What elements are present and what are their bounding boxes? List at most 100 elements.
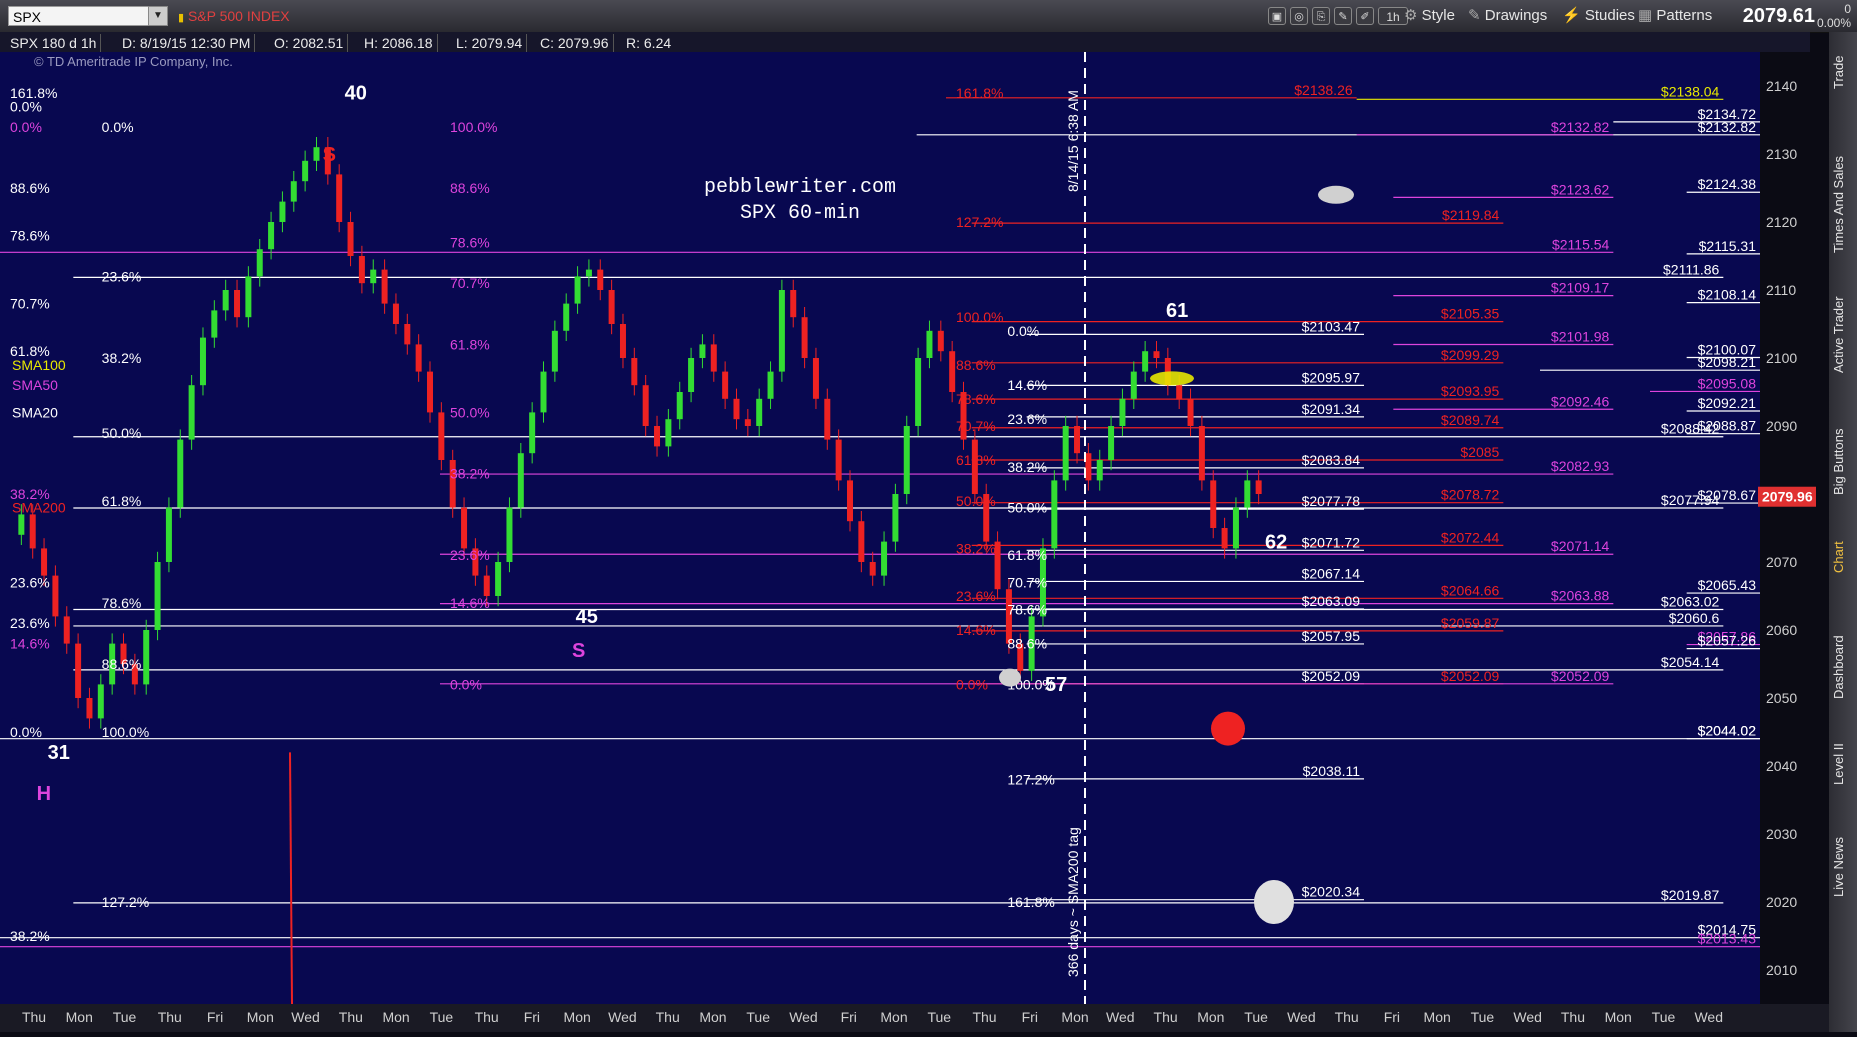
candle-body bbox=[654, 426, 661, 447]
candle-body bbox=[597, 269, 604, 290]
bar-open: O: 2082.51 bbox=[270, 34, 349, 52]
sma-label: SMA50 bbox=[12, 377, 58, 393]
x-tick-label: Mon bbox=[1061, 1009, 1088, 1025]
candle-body bbox=[949, 351, 956, 392]
symbol-input[interactable]: SPX bbox=[8, 6, 166, 26]
candle-body bbox=[756, 398, 763, 426]
price-chart[interactable]: $2138.04$2138.26$2134.72$2132.82$2132.82… bbox=[0, 52, 1829, 1005]
studies-label: Studies bbox=[1584, 7, 1635, 24]
sidebar-tab-times-and-sales[interactable]: Times And Sales bbox=[1831, 142, 1855, 267]
sidebar-tab-live-news[interactable]: Live News bbox=[1831, 812, 1855, 922]
target-circle-white bbox=[1254, 880, 1294, 924]
candle-body bbox=[461, 507, 468, 549]
y-tick-label: 2100 bbox=[1766, 350, 1797, 366]
patterns-menu[interactable]: ▦ Patterns bbox=[1638, 6, 1712, 26]
studies-menu[interactable]: ⚡ Studies bbox=[1562, 6, 1635, 26]
fib-percent-label: 50.0% bbox=[450, 404, 490, 420]
sidebar-tab-active-trader[interactable]: Active Trader bbox=[1831, 277, 1855, 392]
fib-percent-label: 23.6% bbox=[102, 268, 142, 284]
candle-body bbox=[892, 494, 899, 542]
fib-price-label: $2132.82 bbox=[1698, 119, 1757, 135]
sidebar-tab-trade[interactable]: Trade bbox=[1831, 42, 1855, 102]
change-value: 0 bbox=[1844, 2, 1851, 16]
drawings-label: Drawings bbox=[1484, 7, 1548, 24]
candle-body bbox=[903, 426, 910, 494]
pen-icon[interactable]: ✐ bbox=[1356, 7, 1374, 25]
candle-body bbox=[336, 174, 343, 222]
fib-percent-label: 38.2% bbox=[1007, 459, 1047, 475]
fib-price-label: $2101.98 bbox=[1551, 329, 1610, 345]
candle-body bbox=[642, 385, 649, 426]
fib-percent-label: 23.6% bbox=[10, 574, 50, 590]
candle-body bbox=[256, 249, 263, 277]
fib-price-label: $2124.38 bbox=[1698, 176, 1757, 192]
y-tick-label: 2070 bbox=[1766, 554, 1797, 570]
x-tick-label: Wed bbox=[789, 1009, 818, 1025]
settings-icon[interactable]: ◎ bbox=[1290, 7, 1308, 25]
fib-percent-label: 70.7% bbox=[956, 418, 996, 434]
candle-body bbox=[676, 392, 683, 420]
wave-label: S bbox=[323, 144, 336, 166]
candle-body bbox=[222, 290, 229, 311]
style-label: Style bbox=[1421, 7, 1455, 24]
sidebar-tab-chart[interactable]: Chart bbox=[1831, 527, 1855, 587]
x-tick-label: Wed bbox=[1287, 1009, 1316, 1025]
x-tick-label: Mon bbox=[1197, 1009, 1224, 1025]
screenshot-icon[interactable]: ▣ bbox=[1268, 7, 1286, 25]
time-axis-bar: Thu Mon Tue Thu Fri Mon Wed Thu Mon Tue Thu Fri Mon W… bbox=[0, 1004, 1829, 1032]
fib-percent-label: 14.6% bbox=[10, 636, 50, 652]
fib-price-label: $2052.09 bbox=[1302, 668, 1361, 684]
fib-price-label: $2052.09 bbox=[1551, 668, 1610, 684]
fib-percent-label: 100.0% bbox=[102, 724, 149, 740]
fib-price-label: $2013.43 bbox=[1698, 931, 1757, 947]
fib-percent-label: 0.0% bbox=[1007, 323, 1039, 339]
y-tick-label: 2060 bbox=[1766, 622, 1797, 638]
fib-percent-label: 127.2% bbox=[1007, 772, 1054, 788]
fib-price-label: $2063.88 bbox=[1551, 588, 1610, 604]
fib-price-label: $2077.78 bbox=[1302, 493, 1361, 509]
x-tick-label: Tue bbox=[1471, 1009, 1495, 1025]
x-tick-label: Fri bbox=[1022, 1009, 1038, 1025]
tools-icon[interactable]: ✎ bbox=[1334, 7, 1352, 25]
drawings-menu[interactable]: ✎ Drawings bbox=[1468, 6, 1547, 26]
candle-body bbox=[1198, 426, 1205, 481]
sidebar-tab-dashboard[interactable]: Dashboard bbox=[1831, 612, 1855, 722]
fib-price-label: $2065.43 bbox=[1698, 577, 1757, 593]
fib-price-label: $2099.29 bbox=[1441, 347, 1500, 363]
candle-body bbox=[313, 147, 320, 161]
candle-body bbox=[381, 269, 388, 304]
fib-percent-label: 0.0% bbox=[10, 119, 42, 135]
wave-label: H bbox=[37, 783, 51, 805]
candle-body bbox=[302, 160, 309, 182]
link-icon[interactable]: ⎘ bbox=[1312, 7, 1330, 25]
candle-body bbox=[1108, 426, 1115, 460]
fib-price-label: $2083.84 bbox=[1302, 452, 1361, 468]
ohlc-info-bar: SPX 180 d 1h D: 8/19/15 12:30 PM O: 2082… bbox=[0, 32, 1810, 52]
candle-body bbox=[790, 290, 797, 318]
sidebar-tab-level-ii[interactable]: Level II bbox=[1831, 732, 1855, 797]
chart-area[interactable]: $2138.04 $2138.26 $2134.72 $2132.82 $2132.82… bbox=[0, 52, 1829, 1032]
fib-percent-label: 0.0% bbox=[956, 676, 988, 692]
fib-percent-label: 14.6% bbox=[1007, 377, 1047, 393]
x-tick-label: Thu bbox=[1561, 1009, 1585, 1025]
candle-body bbox=[540, 371, 547, 413]
candle-body bbox=[268, 222, 275, 250]
fib-percent-label: 161.8% bbox=[1007, 894, 1054, 910]
fib-price-label: $2095.08 bbox=[1698, 375, 1757, 391]
candle-body bbox=[1074, 426, 1081, 454]
candle-body bbox=[415, 344, 422, 372]
candle-body bbox=[551, 330, 558, 372]
fib-price-label: $2078.72 bbox=[1441, 487, 1500, 503]
symbol-dropdown-icon[interactable]: ▼ bbox=[148, 6, 168, 26]
current-price-label: 2079.96 bbox=[1762, 489, 1813, 505]
candle-body bbox=[835, 439, 842, 481]
candle-body bbox=[18, 514, 25, 535]
patterns-label: Patterns bbox=[1656, 7, 1713, 24]
fib-percent-label: 70.7% bbox=[10, 296, 50, 312]
target-ellipse-yellow bbox=[1150, 371, 1194, 386]
fib-percent-label: 61.8% bbox=[1007, 547, 1047, 563]
candle-body bbox=[75, 643, 82, 698]
sidebar-tab-big-buttons[interactable]: Big Buttons bbox=[1831, 402, 1855, 522]
annotation-sma200: 366 days ~ SMA200 tag bbox=[1065, 827, 1081, 977]
style-menu[interactable]: ⚙ Style bbox=[1404, 6, 1455, 26]
